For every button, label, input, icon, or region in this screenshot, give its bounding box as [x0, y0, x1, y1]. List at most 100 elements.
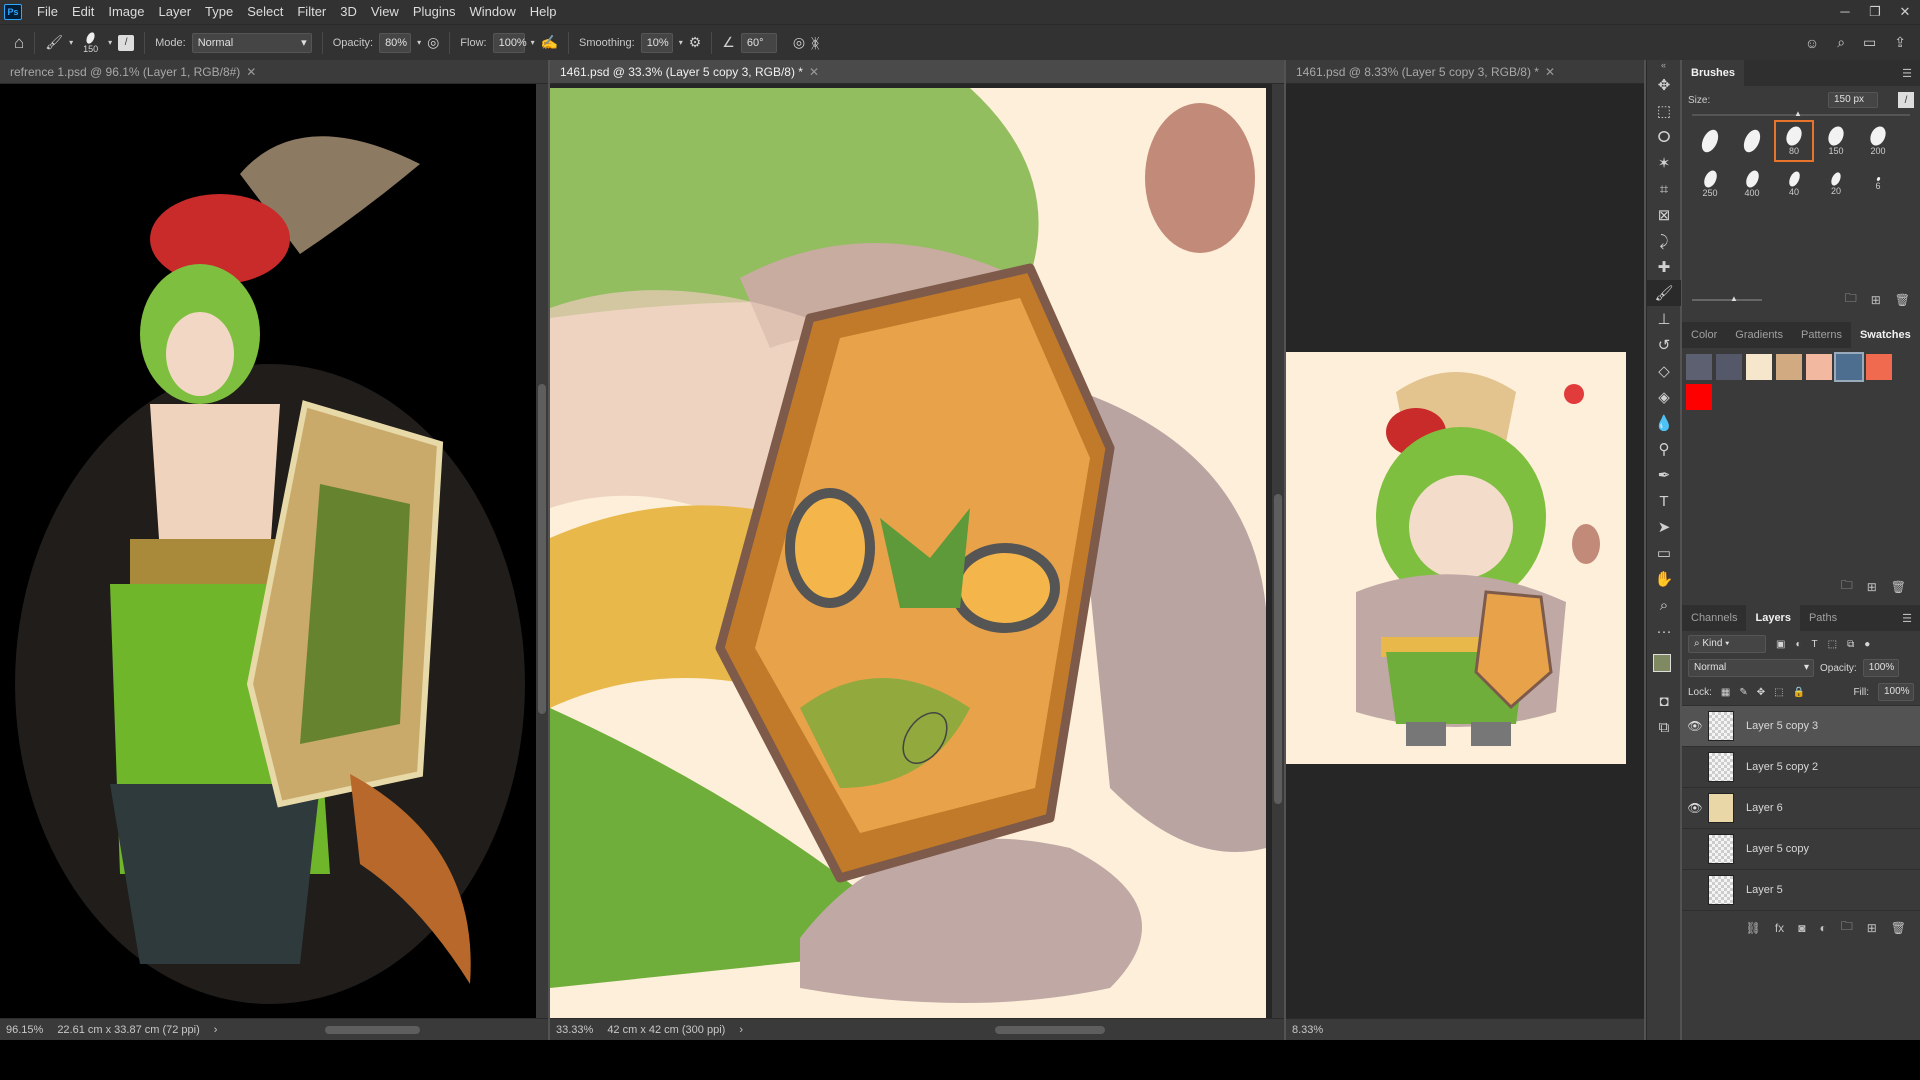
tab-color[interactable]: Color — [1682, 322, 1726, 348]
color-swatch[interactable] — [1776, 354, 1802, 380]
menu-edit[interactable]: Edit — [65, 0, 101, 24]
blend-mode-dropdown[interactable]: Normal ▾ — [1688, 659, 1814, 677]
menu-filter[interactable]: Filter — [290, 0, 333, 24]
chevron-right-icon[interactable]: › — [214, 1024, 218, 1036]
lock-position-icon[interactable]: ✥ — [1757, 687, 1765, 698]
hand-tool-icon[interactable]: ✋ — [1647, 566, 1681, 592]
restore-icon[interactable]: ❐ — [1860, 4, 1890, 20]
lock-transparency-icon[interactable]: ▦ — [1721, 687, 1730, 698]
folder-icon[interactable]: 🗀 — [1841, 576, 1853, 597]
filter-type-icon[interactable]: T — [1812, 639, 1818, 650]
close-icon[interactable]: ✕ — [1890, 4, 1920, 20]
chevron-down-icon[interactable]: ▾ — [417, 38, 421, 47]
brush-size-slider[interactable]: ▲ — [1692, 109, 1910, 118]
clone-stamp-tool-icon[interactable]: ⊥ — [1647, 306, 1681, 332]
menu-window[interactable]: Window — [462, 0, 522, 24]
brush-preset[interactable]: 200 — [1860, 122, 1896, 160]
filter-pixel-icon[interactable]: ▣ — [1776, 639, 1785, 650]
color-swatch[interactable] — [1746, 354, 1772, 380]
tab-swatches[interactable]: Swatches — [1850, 322, 1920, 348]
color-swatch[interactable] — [1716, 354, 1742, 380]
foreground-color-swatch[interactable] — [1653, 654, 1671, 672]
crop-tool-icon[interactable]: ⌗ — [1647, 176, 1681, 202]
screen-mode-icon[interactable]: ⧉ — [1647, 714, 1681, 740]
healing-brush-tool-icon[interactable]: ✚ — [1647, 254, 1681, 280]
menu-file[interactable]: File — [30, 0, 65, 24]
paint-bucket-tool-icon[interactable]: ◈ — [1647, 384, 1681, 410]
reference-horizontal-scrollbar[interactable] — [325, 1026, 420, 1034]
tab-channels[interactable]: Channels — [1682, 605, 1746, 631]
layer-row[interactable]: Layer 5 copy 2 — [1682, 747, 1920, 788]
filter-toggle-icon[interactable]: ● — [1864, 639, 1870, 650]
chevron-right-icon[interactable]: › — [739, 1024, 743, 1036]
symmetry-icon[interactable]: ᛤ — [811, 35, 819, 51]
smoothing-field[interactable]: 10% — [640, 32, 673, 53]
brush-preview-slider[interactable]: ▲ — [1692, 294, 1762, 303]
close-icon[interactable]: ✕ — [246, 65, 256, 79]
eraser-tool-icon[interactable]: ◇ — [1647, 358, 1681, 384]
zoom-level[interactable]: 8.33% — [1292, 1024, 1323, 1036]
adjustment-layer-icon[interactable]: ◐ — [1819, 921, 1826, 935]
layer-opacity-field[interactable]: 100% — [1862, 659, 1899, 677]
color-swatch[interactable] — [1834, 352, 1864, 382]
reference-vertical-scrollbar[interactable] — [536, 84, 548, 1018]
flow-field[interactable]: 100% — [492, 32, 527, 53]
close-icon[interactable]: ✕ — [809, 65, 819, 79]
menu-view[interactable]: View — [364, 0, 406, 24]
filter-adjustment-icon[interactable]: ◐ — [1795, 639, 1801, 650]
brush-preset[interactable]: 40 — [1776, 165, 1812, 203]
lasso-tool-icon[interactable]: ⵔ — [1647, 124, 1681, 150]
close-icon[interactable]: ✕ — [1545, 65, 1555, 79]
brush-settings-icon[interactable]: / — [118, 34, 135, 51]
brush-preset[interactable]: 400 — [1734, 165, 1770, 203]
visibility-eye-icon[interactable]: 👁 — [1682, 719, 1708, 733]
frame-tool-icon[interactable]: ⊠ — [1647, 202, 1681, 228]
share-icon[interactable]: ⇪ — [1894, 34, 1906, 51]
new-brush-icon[interactable]: ⊞ — [1871, 293, 1881, 307]
tab-paths[interactable]: Paths — [1800, 605, 1846, 631]
minimize-icon[interactable]: ─ — [1830, 4, 1860, 20]
rectangle-tool-icon[interactable]: ▭ — [1647, 540, 1681, 566]
color-swatch[interactable] — [1686, 384, 1712, 410]
blur-tool-icon[interactable]: 💧 — [1647, 410, 1681, 436]
collapse-icon[interactable]: « — [1647, 60, 1680, 72]
folder-icon[interactable]: 🗀 — [1845, 289, 1857, 310]
chevron-down-icon[interactable]: ▾ — [108, 38, 112, 47]
trash-icon[interactable]: 🗑 — [1891, 921, 1906, 935]
new-layer-icon[interactable]: ⊞ — [1867, 921, 1877, 935]
color-swatch[interactable] — [1806, 354, 1832, 380]
brush-preset[interactable]: 6 — [1860, 165, 1896, 203]
tab-brushes[interactable]: Brushes — [1682, 60, 1745, 86]
menu-plugins[interactable]: Plugins — [406, 0, 463, 24]
main-vertical-scrollbar[interactable] — [1272, 84, 1284, 1018]
more-tools-icon[interactable]: ··· — [1647, 618, 1681, 644]
workspace-icon[interactable]: ▭ — [1863, 34, 1876, 51]
color-swatch[interactable] — [1686, 354, 1712, 380]
layer-style-icon[interactable]: fx — [1775, 921, 1784, 935]
gear-icon[interactable]: ⚙ — [689, 34, 702, 51]
pressure-size-icon[interactable]: ◎ — [793, 34, 805, 51]
lock-all-icon[interactable]: 🔒 — [1793, 687, 1805, 698]
quick-mask-icon[interactable]: ◘ — [1647, 688, 1681, 714]
panel-menu-icon[interactable]: ☰ — [1902, 67, 1920, 80]
brush-size-field[interactable]: 150 px — [1828, 92, 1878, 108]
layer-mask-icon[interactable]: ◙ — [1798, 921, 1805, 935]
mode-dropdown[interactable]: Normal ▾ — [191, 32, 312, 53]
layer-row[interactable]: Layer 5 copy — [1682, 829, 1920, 870]
trash-icon[interactable]: 🗑 — [1895, 293, 1910, 307]
pressure-opacity-icon[interactable]: ◎ — [427, 34, 439, 51]
reference-canvas[interactable] — [0, 84, 536, 1018]
brush-preset[interactable] — [1734, 122, 1770, 160]
layer-filter-dropdown[interactable]: ⌕ Kind ▾ — [1688, 635, 1766, 653]
lock-artboard-icon[interactable]: ⬚ — [1774, 687, 1783, 698]
tab-layers[interactable]: Layers — [1746, 605, 1800, 631]
menu-select[interactable]: Select — [240, 0, 290, 24]
brush-settings-icon[interactable]: / — [1898, 92, 1914, 108]
menu-layer[interactable]: Layer — [152, 0, 199, 24]
menu-help[interactable]: Help — [523, 0, 564, 24]
layer-row[interactable]: 👁 Layer 6 — [1682, 788, 1920, 829]
tab-overview[interactable]: 1461.psd @ 8.33% (Layer 5 copy 3, RGB/8)… — [1286, 60, 1644, 84]
magic-wand-tool-icon[interactable]: ✶ — [1647, 150, 1681, 176]
dodge-tool-icon[interactable]: ⚲ — [1647, 436, 1681, 462]
brush-preset[interactable]: 250 — [1692, 165, 1728, 203]
